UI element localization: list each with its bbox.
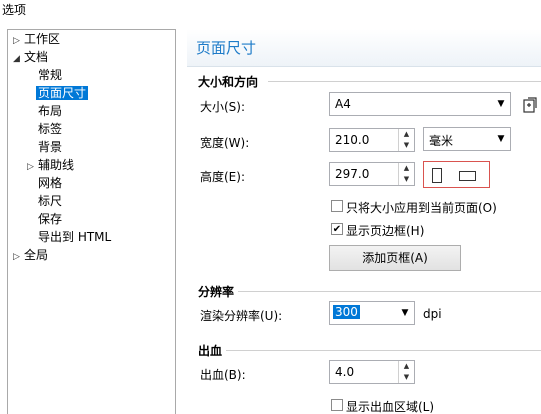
- tree-item-page-size[interactable]: 页面尺寸: [36, 85, 89, 102]
- show-bleed-area-checkbox[interactable]: [331, 399, 343, 411]
- increment-arrow-icon[interactable]: ▲: [399, 163, 414, 174]
- width-label: 宽度(W):: [200, 136, 250, 150]
- section-heading-size-orientation: 大小和方向: [198, 75, 259, 89]
- tree-item-workspace[interactable]: ▷ 工作区: [13, 31, 60, 48]
- show-page-border-label[interactable]: 显示页边框(H): [346, 222, 424, 239]
- tree-item-label[interactable]: 标签: [38, 121, 62, 138]
- section-heading-resolution: 分辨率: [198, 285, 235, 299]
- tree-item-general[interactable]: 常规: [38, 67, 62, 84]
- save-page-size-icon[interactable]: [521, 96, 539, 114]
- chevron-down-icon[interactable]: ▼: [492, 93, 510, 115]
- tree-item-layout[interactable]: 布局: [38, 103, 62, 120]
- decrement-arrow-icon[interactable]: ▼: [399, 140, 414, 151]
- apply-current-page-checkbox[interactable]: [331, 200, 343, 212]
- section-divider: [238, 291, 541, 292]
- width-stepper[interactable]: 210.0 ▲ ▼: [329, 128, 415, 152]
- section-divider: [226, 350, 541, 351]
- landscape-orientation-icon[interactable]: [459, 171, 476, 181]
- show-page-border-checkbox[interactable]: ✔: [331, 223, 343, 235]
- orientation-toggle[interactable]: [423, 161, 490, 188]
- apply-current-page-label[interactable]: 只将大小应用到当前页面(O): [346, 199, 497, 216]
- tree-item-rulers[interactable]: 标尺: [38, 193, 62, 210]
- unit-select[interactable]: 毫米 ▼: [423, 127, 511, 151]
- tree-item-guidelines[interactable]: ▷ 辅助线: [27, 157, 74, 174]
- window-title: 选项: [2, 3, 27, 17]
- tree-item-export-html[interactable]: 导出到 HTML: [38, 229, 111, 246]
- title-bar: 选项: [0, 0, 541, 18]
- dpi-unit-label: dpi: [423, 307, 442, 321]
- expand-arrow-icon[interactable]: ▷: [13, 249, 24, 266]
- render-resolution-label: 渲染分辨率(U):: [200, 309, 283, 323]
- tree-item-save[interactable]: 保存: [38, 211, 62, 228]
- increment-arrow-icon[interactable]: ▲: [399, 361, 414, 372]
- size-label: 大小(S):: [200, 100, 246, 114]
- increment-arrow-icon[interactable]: ▲: [399, 129, 414, 140]
- portrait-orientation-icon[interactable]: [432, 168, 442, 183]
- page-title: 页面尺寸: [196, 39, 257, 57]
- chevron-down-icon[interactable]: ▼: [396, 302, 414, 324]
- height-stepper[interactable]: 297.0 ▲ ▼: [329, 162, 415, 186]
- section-heading-bleed: 出血: [198, 344, 223, 358]
- bleed-label: 出血(B):: [200, 368, 246, 382]
- tree-item-background[interactable]: 背景: [38, 139, 62, 156]
- height-label: 高度(E):: [200, 170, 245, 184]
- decrement-arrow-icon[interactable]: ▼: [399, 372, 414, 383]
- collapse-arrow-icon[interactable]: ◢: [13, 51, 24, 68]
- expand-arrow-icon[interactable]: ▷: [27, 159, 38, 176]
- page-size-select[interactable]: A4 ▼: [329, 92, 511, 116]
- render-resolution-select[interactable]: 300 ▼: [329, 301, 415, 325]
- decrement-arrow-icon[interactable]: ▼: [399, 174, 414, 185]
- tree-item-global[interactable]: ▷ 全局: [13, 247, 48, 264]
- add-page-frame-button[interactable]: 添加页框(A): [329, 245, 461, 271]
- tree-item-document[interactable]: ◢ 文档: [13, 49, 48, 66]
- expand-arrow-icon[interactable]: ▷: [13, 33, 24, 50]
- tree-item-grid[interactable]: 网格: [38, 175, 62, 192]
- options-tree[interactable]: ▷ 工作区 ◢ 文档 常规 页面尺寸 布局 标签 背景 ▷ 辅助线 网格 标尺 保存 …: [7, 29, 176, 414]
- bleed-stepper[interactable]: 4.0 ▲ ▼: [329, 360, 415, 384]
- show-bleed-area-label[interactable]: 显示出血区域(L): [346, 398, 434, 414]
- section-divider: [268, 81, 541, 82]
- chevron-down-icon[interactable]: ▼: [492, 128, 510, 150]
